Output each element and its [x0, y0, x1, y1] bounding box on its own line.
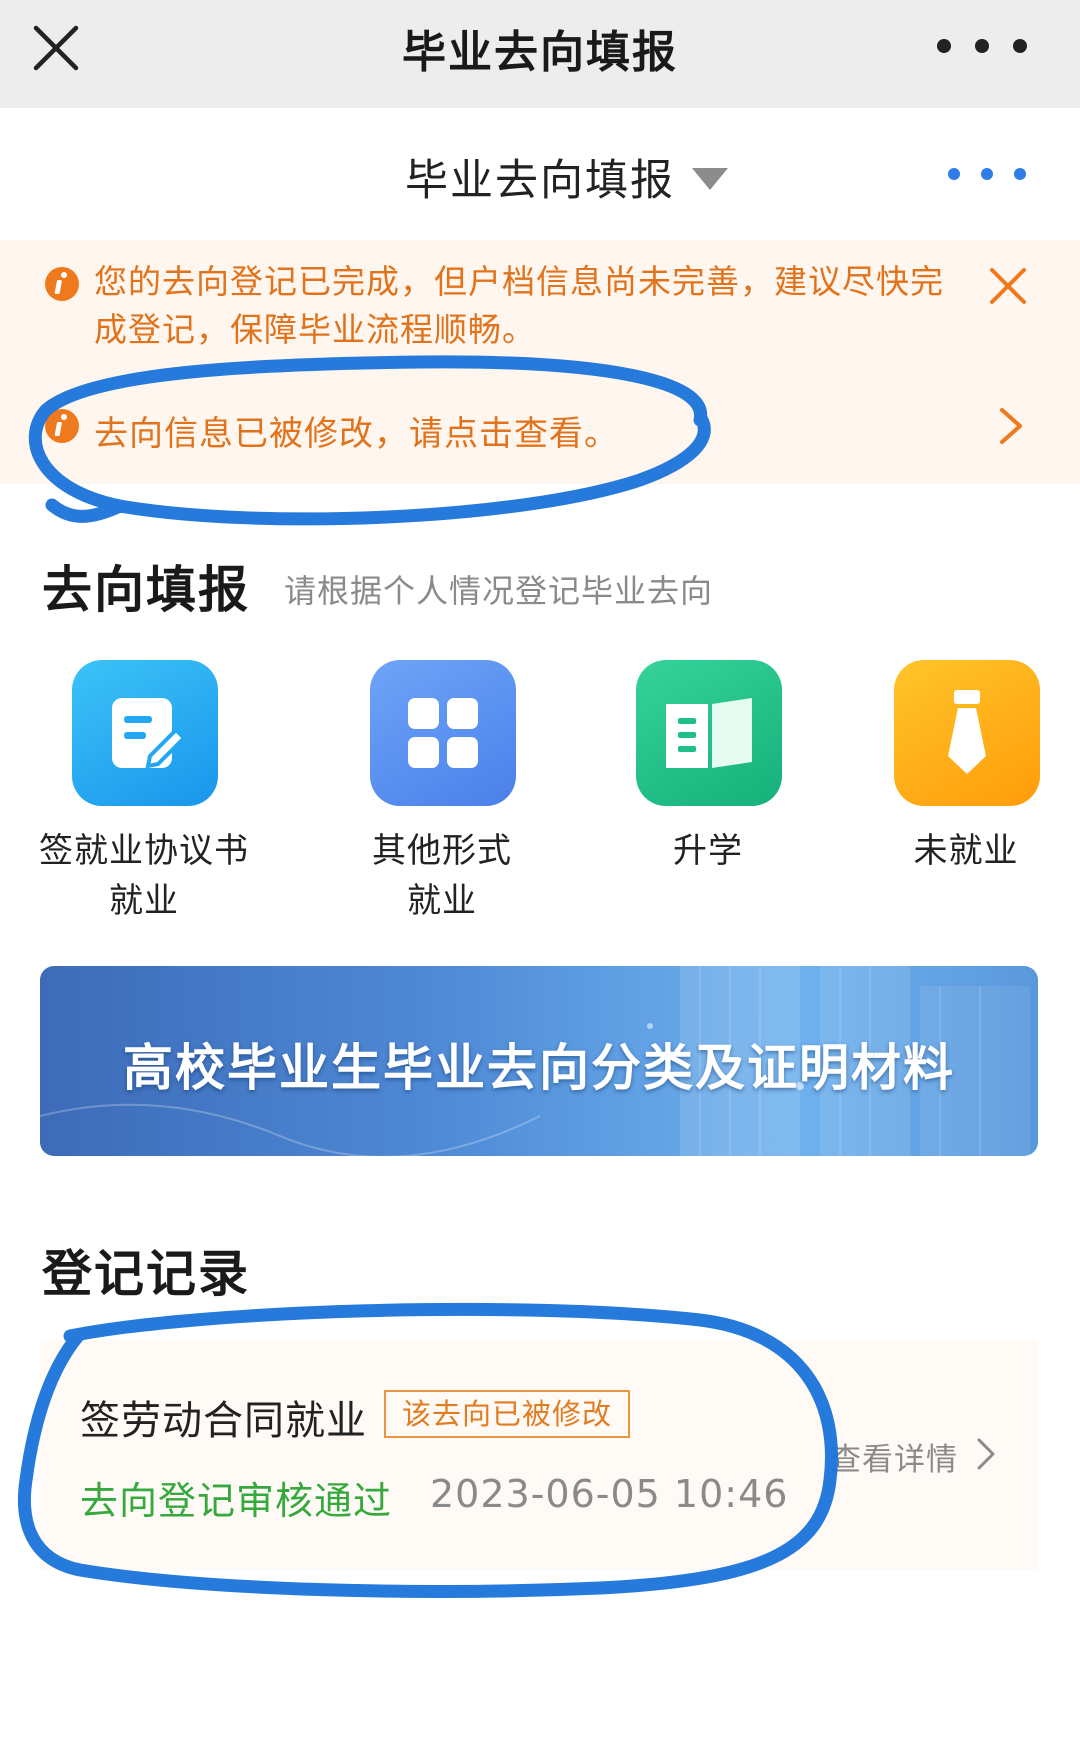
tie-icon [948, 690, 986, 774]
option-label-unemployed[interactable]: 未就业 [826, 826, 1080, 876]
notice-message-modified[interactable]: 去向信息已被修改，请点击查看。 [94, 406, 619, 455]
chevron-right-icon[interactable] [975, 1436, 997, 1472]
pen-document-icon [112, 698, 187, 769]
page-title[interactable]: 毕业去向填报 [0, 146, 1080, 208]
chevron-right-icon[interactable] [998, 406, 1024, 446]
section-title-records: 登记记录 [42, 1245, 250, 1303]
graduate-destination-banner[interactable]: 高校毕业生毕业去向分类及证明材料 [40, 966, 1038, 1156]
record-type: 签劳动合同就业 [80, 1398, 367, 1444]
info-icon [45, 409, 79, 443]
section-subtitle-fill: 请根据个人情况登记毕业去向 [284, 572, 714, 610]
book-icon [666, 698, 752, 768]
record-time: 2023-06-05 10:46 [430, 1472, 789, 1516]
section-title-fill: 去向填报 [42, 561, 250, 619]
page-header: 毕业去向填报 [0, 108, 1080, 241]
dropdown-caret-icon[interactable] [690, 166, 730, 192]
option-tile-employment-agreement[interactable] [72, 660, 218, 806]
window-title: 毕业去向填报 [402, 27, 678, 78]
more-options-icon[interactable] [934, 24, 1030, 68]
option-tile-further-study[interactable] [636, 660, 782, 806]
modified-badge: 该去向已被修改 [384, 1390, 631, 1438]
view-details-link[interactable]: 查看详情 [830, 1434, 958, 1479]
record-status: 去向登记审核通过 [80, 1479, 393, 1523]
notice-message-incomplete: 您的去向登记已完成，但户档信息尚未完善，建议尽快完成登记，保障毕业流程顺畅。 [94, 262, 944, 349]
option-label-further-study[interactable]: 升学 [568, 826, 848, 876]
option-tile-other-employment[interactable] [370, 660, 516, 806]
option-label-other-employment[interactable]: 其他形式 就业 [302, 826, 582, 926]
more-menu-icon[interactable] [944, 156, 1030, 192]
close-notice-icon[interactable] [988, 266, 1028, 306]
record-card[interactable]: 签劳动合同就业 该去向已被修改 去向登记审核通过 2023-06-05 10:4… [40, 1340, 1038, 1570]
info-icon [45, 267, 79, 301]
notice-banner: 您的去向登记已完成，但户档信息尚未完善，建议尽快完成登记，保障毕业流程顺畅。 去… [0, 240, 1080, 484]
option-tile-unemployed[interactable] [894, 660, 1040, 806]
grid-icon [408, 698, 478, 768]
option-label-employment-agreement[interactable]: 签就业协议书 就业 [4, 826, 284, 926]
top-bar: 毕业去向填报 [0, 0, 1080, 108]
banner-text: 高校毕业生毕业去向分类及证明材料 [123, 1039, 955, 1097]
